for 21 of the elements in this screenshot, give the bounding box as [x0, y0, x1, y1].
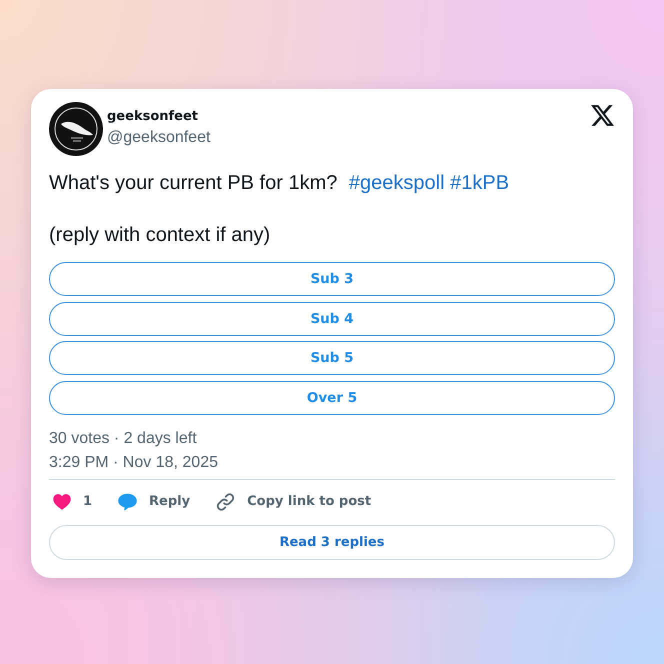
poll-summary: 30 votes · 2 days left: [49, 428, 198, 448]
post-timestamp[interactable]: 3:29 PM · Nov 18, 2025: [49, 450, 615, 474]
poll-option[interactable]: Sub 4: [49, 302, 615, 336]
link-icon: [216, 492, 236, 510]
reply-button[interactable]: Reply: [118, 492, 190, 510]
poll-option[interactable]: Sub 3: [49, 262, 615, 296]
heart-icon: [53, 494, 71, 510]
logo-icon[interactable]: [591, 105, 614, 126]
author-name[interactable]: geeksonfeet: [107, 107, 210, 126]
poll-option[interactable]: Sub 5: [49, 341, 615, 375]
hashtag-link[interactable]: #geekspoll: [348, 172, 445, 194]
copy-link-button[interactable]: Copy link to post: [216, 492, 372, 510]
post-note: (reply with context if any): [49, 223, 272, 248]
poll-option[interactable]: Over 5: [49, 380, 615, 414]
post-text: What's your current PB for 1km? #geekspoll #1kPB: [49, 171, 510, 196]
read-replies-button[interactable]: Read 3 replies: [49, 524, 615, 560]
avatar[interactable]: [49, 102, 103, 156]
author-handle[interactable]: @geeksonfeet: [107, 127, 210, 149]
like-button[interactable]: 1: [49, 494, 92, 510]
speech-bubble-icon: [118, 492, 138, 510]
hashtag-link[interactable]: #1kPB: [450, 172, 510, 194]
